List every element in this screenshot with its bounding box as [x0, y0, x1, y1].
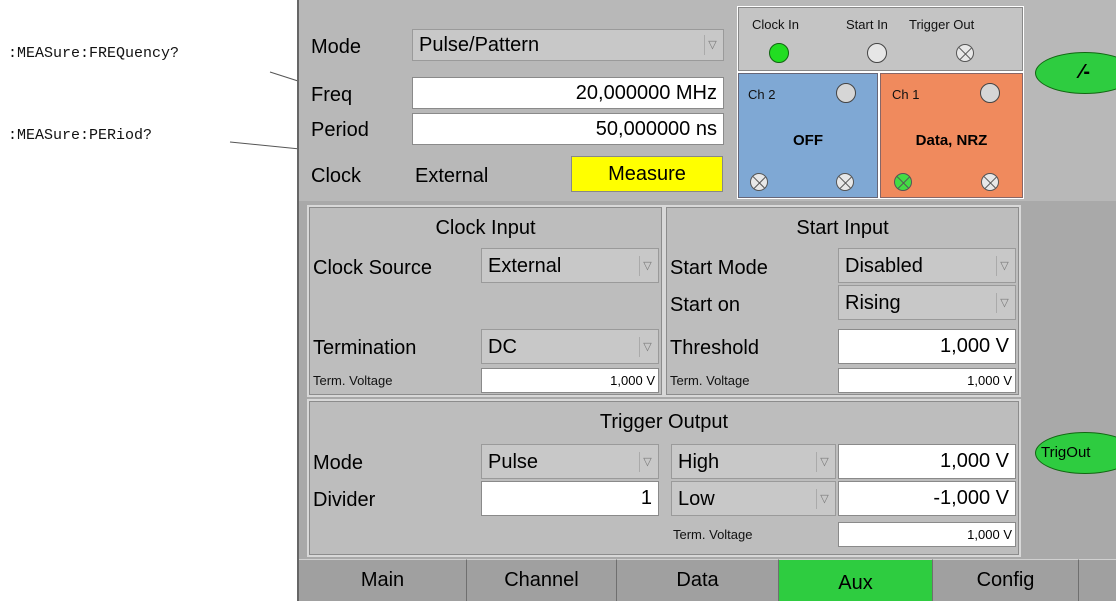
start-in-label: Start In: [846, 17, 888, 32]
clock-label: Clock: [311, 165, 362, 187]
ch1-led-icon: [980, 83, 1000, 103]
divider-label: Divider: [313, 489, 376, 511]
clock-source-label: Clock Source: [313, 257, 432, 279]
chevron-down-icon: ▽: [816, 451, 832, 472]
start-mode-select[interactable]: Disabled ▽: [838, 248, 1016, 283]
period-label: Period: [311, 119, 369, 141]
tab-config[interactable]: Config: [933, 559, 1079, 601]
high-select[interactable]: High ▽: [671, 444, 836, 479]
period-field[interactable]: 50,000000 ns: [412, 113, 724, 145]
clock-value: External: [415, 165, 489, 187]
ch1-state: Data, NRZ: [915, 132, 988, 149]
divider-field[interactable]: 1: [481, 481, 659, 516]
channel-2-box[interactable]: Ch 2 OFF: [737, 72, 879, 199]
start-input-title: Start Input: [796, 217, 889, 239]
low-voltage-field[interactable]: -1,000 V: [838, 481, 1016, 516]
start-on-label: Start on: [670, 294, 741, 316]
switch-icon: ⁄-: [1080, 61, 1090, 83]
low-select[interactable]: Low ▽: [671, 481, 836, 516]
chevron-down-icon: ▽: [704, 35, 720, 55]
start-mode-value: Disabled: [845, 255, 923, 277]
mode-select[interactable]: Pulse/Pattern ▽: [412, 29, 724, 61]
start-term-voltage-field[interactable]: 1,000 V: [838, 368, 1016, 393]
clock-source-value: External: [488, 255, 562, 277]
tab-channel[interactable]: Channel: [467, 559, 617, 601]
termination-label: Termination: [313, 337, 417, 359]
ch1-inverted-output-disabled-icon: [981, 173, 999, 191]
termination-select[interactable]: DC ▽: [481, 329, 659, 364]
ch2-label: Ch 2: [748, 87, 776, 102]
trigger-mode-value: Pulse: [488, 451, 539, 473]
ch2-state: OFF: [793, 132, 823, 149]
clock-input-panel: Clock Input Clock Source External ▽ Term…: [307, 205, 664, 397]
instrument-screen: Mode Pulse/Pattern ▽ Freq 20,000000 MHz …: [297, 0, 1116, 601]
start-on-select[interactable]: Rising ▽: [838, 285, 1016, 320]
chevron-down-icon: ▽: [996, 292, 1012, 313]
clock-in-led-icon: [769, 43, 789, 63]
clock-input-title: Clock Input: [435, 217, 536, 239]
tab-data[interactable]: Data: [617, 559, 779, 601]
start-on-value: Rising: [845, 292, 901, 314]
start-input-panel: Start Input Start Mode Disabled ▽ Start …: [664, 205, 1021, 397]
trigger-output-panel: Trigger Output Mode Pulse ▽ Divider 1 Hi…: [307, 399, 1021, 557]
chevron-down-icon: ▽: [816, 488, 832, 509]
freq-field[interactable]: 20,000000 MHz: [412, 77, 724, 109]
trigger-out-disabled-icon: [956, 44, 974, 62]
trigger-term-voltage-field[interactable]: 1,000 V: [838, 522, 1016, 547]
trigger-mode-label: Mode: [313, 452, 364, 474]
threshold-field[interactable]: 1,000 V: [838, 329, 1016, 364]
start-mode-label: Start Mode: [670, 257, 768, 279]
trigger-output-title: Trigger Output: [599, 411, 729, 433]
trigger-out-label: Trigger Out: [909, 17, 975, 32]
clock-source-select[interactable]: External ▽: [481, 248, 659, 283]
measure-button[interactable]: Measure: [571, 156, 723, 192]
mode-label: Mode: [311, 36, 362, 58]
chevron-down-icon: ▽: [639, 255, 655, 276]
tab-main[interactable]: Main: [299, 559, 467, 601]
clock-in-label: Clock In: [752, 17, 799, 32]
high-label: High: [678, 451, 720, 473]
trigout-button[interactable]: TrigOut: [1035, 432, 1116, 474]
clock-term-voltage-field[interactable]: 1,000 V: [481, 368, 659, 393]
mode-select-value: Pulse/Pattern: [419, 34, 540, 56]
ch1-output-enabled-icon: [894, 173, 912, 191]
high-voltage-field[interactable]: 1,000 V: [838, 444, 1016, 479]
tab-aux[interactable]: Aux: [779, 559, 933, 601]
chevron-down-icon: ▽: [996, 255, 1012, 276]
clock-term-voltage-label: Term. Voltage: [313, 373, 393, 388]
ch2-led-icon: [836, 83, 856, 103]
trigger-mode-select[interactable]: Pulse ▽: [481, 444, 659, 479]
start-in-led-icon: [867, 43, 887, 63]
start-term-voltage-label: Term. Voltage: [670, 373, 750, 388]
tab-spacer: [1079, 559, 1116, 601]
ch2-output-disabled-icon: [750, 173, 768, 191]
ch1-label: Ch 1: [892, 87, 920, 102]
freq-label: Freq: [311, 84, 353, 106]
chevron-down-icon: ▽: [639, 336, 655, 357]
termination-value: DC: [488, 336, 517, 358]
threshold-label: Threshold: [670, 337, 759, 359]
ch2-inverted-output-disabled-icon: [836, 173, 854, 191]
low-label: Low: [678, 488, 715, 510]
channel-1-box[interactable]: Ch 1 Data, NRZ: [879, 72, 1024, 199]
io-indicator-box: Clock In Start In Trigger Out: [737, 6, 1024, 72]
trigger-term-voltage-label: Term. Voltage: [673, 527, 753, 542]
chevron-down-icon: ▽: [639, 451, 655, 472]
